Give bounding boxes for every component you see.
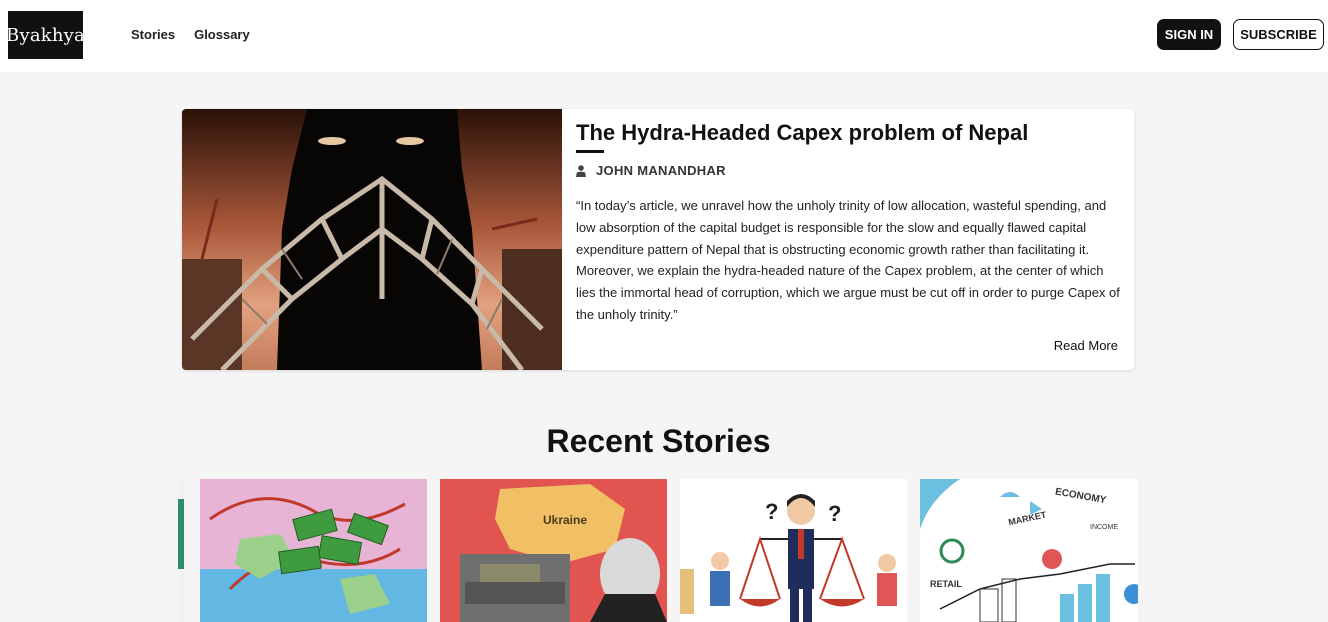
featured-story-image[interactable] [182, 109, 562, 370]
nav-link-stories[interactable]: Stories [131, 27, 175, 42]
top-navigation-bar: Byakhya Stories Glossary SIGN IN SUBSCRI… [0, 0, 1328, 72]
subscribe-button[interactable]: SUBSCRIBE [1233, 19, 1324, 50]
story-card-image [178, 479, 184, 622]
income-label: INCOME [1090, 524, 1118, 531]
story-card[interactable]: Ukraine [440, 479, 667, 622]
user-icon [576, 164, 586, 177]
ukraine-map-image: Ukraine [440, 479, 667, 622]
story-card-partial[interactable] [178, 479, 184, 622]
nav-link-glossary[interactable]: Glossary [194, 27, 250, 42]
story-card[interactable]: ? ? [680, 479, 907, 622]
economy-infographic-image: ECONOMY MARKET RETAIL INCOME [920, 479, 1138, 622]
featured-story-title[interactable]: The Hydra-Headed Capex problem of Nepal [576, 120, 1028, 146]
recent-stories-heading: Recent Stories [546, 423, 771, 459]
story-card[interactable] [200, 479, 427, 622]
main-nav: Stories Glossary [131, 27, 250, 42]
svg-text:?: ? [765, 499, 778, 524]
story-card[interactable]: ECONOMY MARKET RETAIL INCOME [920, 479, 1138, 622]
featured-story-card: The Hydra-Headed Capex problem of Nepal … [182, 109, 1134, 370]
read-more-link[interactable]: Read More [1054, 338, 1118, 353]
author-name[interactable]: JOHN MANANDHAR [596, 163, 726, 178]
svg-text:?: ? [828, 501, 841, 526]
sign-in-button[interactable]: SIGN IN [1157, 19, 1221, 50]
featured-story-author: JOHN MANANDHAR [576, 163, 726, 178]
featured-story-excerpt: “In today’s article, we unravel how the … [576, 198, 1120, 322]
site-logo[interactable]: Byakhya [6, 11, 85, 59]
ukraine-map-label: Ukraine [543, 513, 587, 527]
remittance-map-image [200, 479, 427, 622]
featured-story-content: The Hydra-Headed Capex problem of Nepal … [576, 109, 1128, 370]
recent-stories-carousel[interactable]: Ukraine ? ? ECONOMY MARKET RETAIL INCOME [178, 479, 1138, 622]
title-underline [576, 150, 604, 153]
retail-label: RETAIL [930, 579, 962, 589]
businessman-scales-image: ? ? [680, 479, 907, 622]
